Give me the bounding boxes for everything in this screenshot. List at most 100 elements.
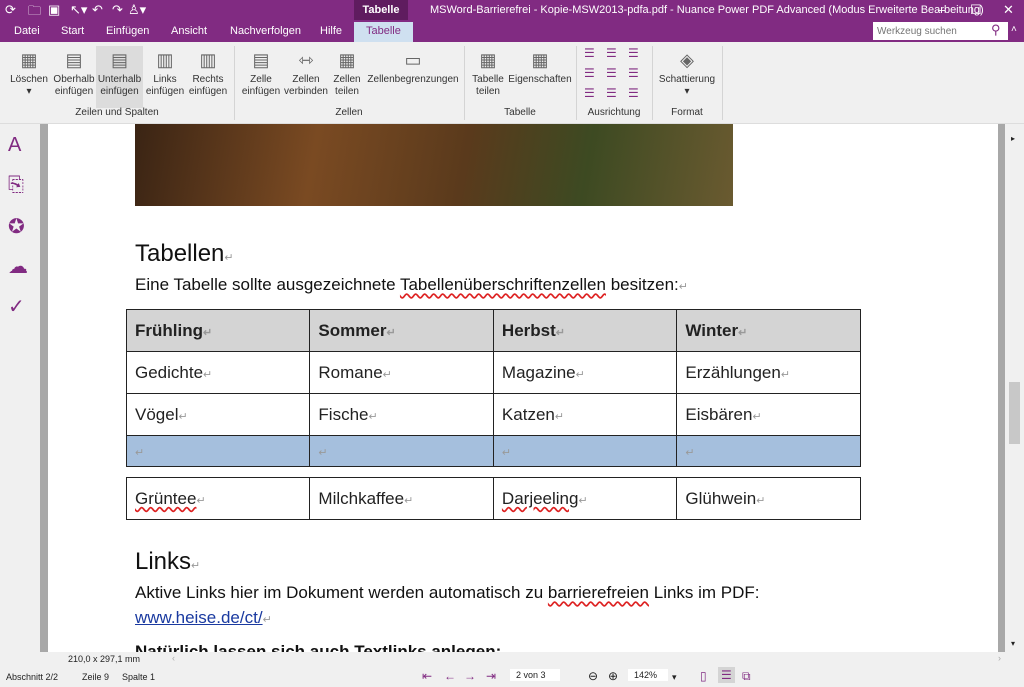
save-icon[interactable]: ▣ — [48, 2, 60, 18]
document-icon[interactable]: ⎘ — [8, 174, 24, 197]
properties-button[interactable]: ▦ Eigenschaften — [508, 46, 572, 86]
table-cell[interactable]: ↵ — [309, 435, 494, 467]
align-top-right-icon[interactable]: ☰ — [628, 46, 639, 60]
tab-hilfe[interactable]: Hilfe — [320, 25, 342, 37]
scroll-thumb[interactable] — [1009, 382, 1020, 444]
align-middle-right-icon[interactable]: ☰ — [628, 66, 639, 80]
table-cell[interactable]: Vögel↵ — [125, 393, 311, 436]
table-cell[interactable]: Glühwein↵ — [676, 477, 861, 520]
cell-borders-icon: ▭ — [404, 50, 422, 70]
ribbon: ▦ Löschen ▾ ▤ Oberhalb einfügen ▤ Unterhalb … — [0, 42, 1024, 124]
scroll-left-icon[interactable]: ‹ — [172, 653, 175, 663]
app-logo-icon: ⟳ — [5, 2, 16, 17]
table-cell[interactable]: Darjeeling↵ — [492, 477, 678, 520]
tab-tabelle[interactable]: Tabelle — [354, 22, 413, 42]
scroll-up-icon[interactable]: ▸ — [1011, 134, 1015, 143]
align-bottom-left-icon[interactable]: ☰ — [584, 86, 595, 100]
collapse-ribbon-icon[interactable]: ˄ — [1011, 24, 1017, 35]
document-page[interactable]: Tabellen↵ Eine Tabelle sollte ausgezeich… — [48, 124, 998, 652]
align-top-left-icon[interactable]: ☰ — [584, 46, 595, 60]
tab-ansicht[interactable]: Ansicht — [171, 25, 207, 37]
maximize-button[interactable]: ☐ — [970, 2, 982, 18]
heading-tabellen: Tabellen↵ — [135, 240, 234, 267]
table-cell[interactable]: Eisbären↵ — [676, 393, 861, 436]
tab-einfuegen[interactable]: Einfügen — [106, 25, 149, 37]
header-cell[interactable]: Winter↵ — [676, 309, 861, 352]
scroll-right-icon[interactable]: › — [998, 653, 1001, 663]
cloud-icon[interactable]: ☁ — [8, 254, 28, 279]
tab-start[interactable]: Start — [61, 25, 84, 37]
group-label-rows-cols: Zeilen und Spalten — [75, 107, 159, 118]
user-icon[interactable]: ♙▾ — [128, 2, 146, 18]
cell-borders-button[interactable]: ▭ Zellenbegrenzungen — [366, 46, 460, 86]
next-page-icon[interactable]: → — [464, 669, 476, 683]
tool-search-input[interactable] — [873, 22, 1008, 40]
heise-link[interactable]: www.heise.de/ct/ — [135, 608, 263, 627]
merge-cells-button[interactable]: ⇿ Zellen verbinden — [284, 46, 328, 98]
align-bottom-center-icon[interactable]: ☰ — [606, 86, 617, 100]
align-top-center-icon[interactable]: ☰ — [606, 46, 617, 60]
table-cell[interactable]: Milchkaffee↵ — [309, 477, 494, 520]
undo-icon[interactable]: ↶ — [92, 2, 103, 18]
header-cell[interactable]: Sommer↵ — [309, 309, 494, 352]
prev-page-icon[interactable]: ← — [444, 669, 456, 683]
table-cell[interactable]: Romane↵ — [309, 351, 494, 394]
insert-cell-button[interactable]: ▤ Zelle einfügen — [240, 46, 282, 98]
status-bar: Abschnitt 2/2 Zeile 9 Spalte 1 ⇤ ← → ⇥ 2… — [0, 666, 1024, 687]
horizontal-scrollbar[interactable]: 210,0 x 297,1 mm ‹ › — [0, 652, 1024, 666]
insert-right-button[interactable]: ▥ Rechts einfügen — [187, 46, 229, 98]
zoom-level-select[interactable]: 142% — [628, 669, 668, 681]
table-cell[interactable]: ↵ — [125, 435, 311, 467]
close-button[interactable]: ✕ — [1003, 2, 1014, 18]
single-page-view-icon[interactable]: ▯ — [700, 669, 707, 683]
split-table-button[interactable]: ▦ Tabelle teilen — [470, 46, 506, 98]
first-page-icon[interactable]: ⇤ — [422, 669, 432, 683]
table-row-gap — [126, 466, 861, 478]
pointer-icon[interactable]: ↖▾ — [70, 2, 87, 18]
tab-datei[interactable]: Datei — [14, 25, 40, 37]
insert-below-button[interactable]: ▤ Unterhalb einfügen — [96, 46, 143, 108]
zoom-in-icon[interactable]: ⊕ — [608, 669, 618, 683]
left-sidebar: A ⎘ ✪ ☁ ✓ — [0, 124, 40, 652]
table-row-selected: ↵ ↵ ↵ ↵ — [125, 435, 861, 467]
continuous-view-icon[interactable]: ☰ — [718, 667, 735, 683]
vertical-scrollbar[interactable]: ▸ ▾ — [1005, 124, 1024, 652]
insert-above-button[interactable]: ▤ Oberhalb einfügen — [52, 46, 96, 98]
last-page-icon[interactable]: ⇥ — [486, 669, 496, 683]
tab-nachverfolgen[interactable]: Nachverfolgen — [230, 25, 301, 37]
line-status: Zeile 9 — [82, 672, 110, 682]
page-size: 210,0 x 297,1 mm — [68, 654, 141, 664]
shading-button[interactable]: ◈ Schattierung ▾ — [656, 46, 718, 98]
table-cell[interactable]: Fische↵ — [309, 393, 494, 436]
minimize-button[interactable]: – — [938, 2, 945, 17]
table-cell[interactable]: Erzählungen↵ — [676, 351, 861, 394]
column-status: Spalte 1 — [122, 672, 156, 682]
stamp-icon[interactable]: ✪ — [8, 214, 25, 239]
table-cell[interactable]: Katzen↵ — [492, 393, 678, 436]
context-tab-label: Tabelle — [354, 0, 408, 22]
text-tool-icon[interactable]: A — [8, 134, 21, 157]
table-properties-icon: ▦ — [531, 50, 549, 70]
zoom-out-icon[interactable]: ⊖ — [588, 669, 598, 683]
insert-left-button[interactable]: ▥ Links einfügen — [145, 46, 185, 98]
table-cell[interactable]: ↵ — [676, 435, 861, 467]
table-cell[interactable]: Grüntee↵ — [125, 477, 311, 520]
delete-button[interactable]: ▦ Löschen ▾ — [8, 46, 50, 98]
page-number-input[interactable]: 2 von 3 — [510, 669, 560, 681]
align-middle-center-icon[interactable]: ☰ — [606, 66, 617, 80]
align-middle-left-icon[interactable]: ☰ — [584, 66, 595, 80]
table-cell[interactable]: Magazine↵ — [492, 351, 678, 394]
search-icon[interactable]: ⚲ — [991, 22, 1001, 38]
align-bottom-right-icon[interactable]: ☰ — [628, 86, 639, 100]
scroll-down-icon[interactable]: ▾ — [1011, 639, 1015, 648]
table-cell[interactable]: Gedichte↵ — [125, 351, 311, 394]
header-cell[interactable]: Frühling↵ — [125, 309, 311, 352]
redo-icon[interactable]: ↷ — [112, 2, 123, 18]
sign-icon[interactable]: ✓ — [8, 294, 25, 319]
table-cell[interactable]: ↵ — [492, 435, 678, 467]
document-table[interactable]: Frühling↵ Sommer↵ Herbst↵ Winter↵ Gedich… — [125, 309, 861, 520]
header-cell[interactable]: Herbst↵ — [492, 309, 678, 352]
split-cells-button[interactable]: ▦ Zellen teilen — [332, 46, 362, 98]
zoom-dropdown-icon[interactable]: ▾ — [672, 672, 677, 683]
facing-view-icon[interactable]: ⧉ — [742, 669, 751, 684]
